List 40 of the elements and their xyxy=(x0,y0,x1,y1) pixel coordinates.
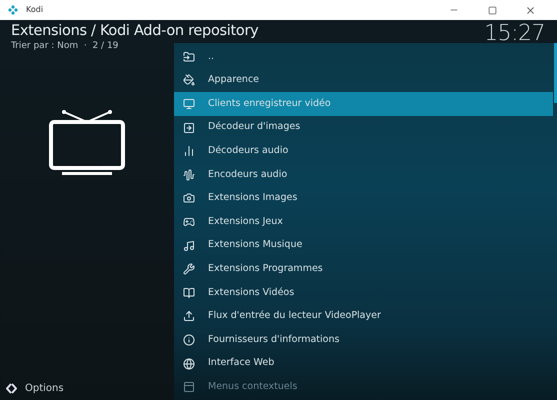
close-icon xyxy=(524,4,536,16)
breadcrumb-title: Extensions / Kodi Add-on repository xyxy=(11,22,258,40)
book-icon xyxy=(183,286,195,299)
list-item[interactable]: Décodeurs audio xyxy=(174,139,553,163)
kodi-logo-icon xyxy=(8,5,18,15)
maximize-icon xyxy=(488,6,496,14)
list-item[interactable]: Encodeurs audio xyxy=(174,162,553,187)
waveform-icon xyxy=(183,168,195,181)
image-import-icon xyxy=(183,122,195,134)
list-item[interactable]: Extensions Musique xyxy=(174,234,553,258)
list-item[interactable]: Flux d'entrée du lecteur VideoPlayer xyxy=(174,304,553,328)
bar-chart-icon xyxy=(183,145,195,158)
sort-info: Trier par : Nom · 2 / 19 xyxy=(11,40,120,52)
list-item[interactable]: .. xyxy=(174,45,553,69)
scrollbar xyxy=(554,43,557,103)
list-item[interactable]: Menus contextuels xyxy=(174,375,553,399)
list-item[interactable]: Extensions Images xyxy=(174,186,553,210)
list-item[interactable]: Fournisseurs d'informations xyxy=(174,328,553,352)
monitor-icon xyxy=(183,98,195,110)
music-note-icon xyxy=(183,240,195,252)
window-title: Kodi xyxy=(26,4,44,16)
options-button[interactable]: Options xyxy=(0,381,174,400)
paint-bucket-icon xyxy=(183,74,195,86)
tools-icon xyxy=(183,263,195,276)
window-icon xyxy=(183,381,195,394)
options-icon xyxy=(6,383,17,394)
globe-icon xyxy=(183,358,195,370)
list-item[interactable]: Interface Web xyxy=(174,352,553,376)
camera-icon xyxy=(183,192,195,204)
upload-icon xyxy=(183,310,195,322)
list-item[interactable]: Extensions Programmes xyxy=(174,257,553,281)
list-item[interactable]: Extensions Jeux xyxy=(174,210,553,234)
info-icon xyxy=(183,334,195,346)
tv-icon xyxy=(48,110,126,176)
gamepad-icon xyxy=(183,216,195,228)
folder-back-icon xyxy=(183,50,195,63)
list-item[interactable]: Décodeur d'images xyxy=(174,116,553,140)
clock: 15:27 xyxy=(484,21,545,46)
list-item[interactable]: Extensions Vidéos xyxy=(174,280,553,305)
list-item[interactable]: Apparence xyxy=(174,68,553,92)
